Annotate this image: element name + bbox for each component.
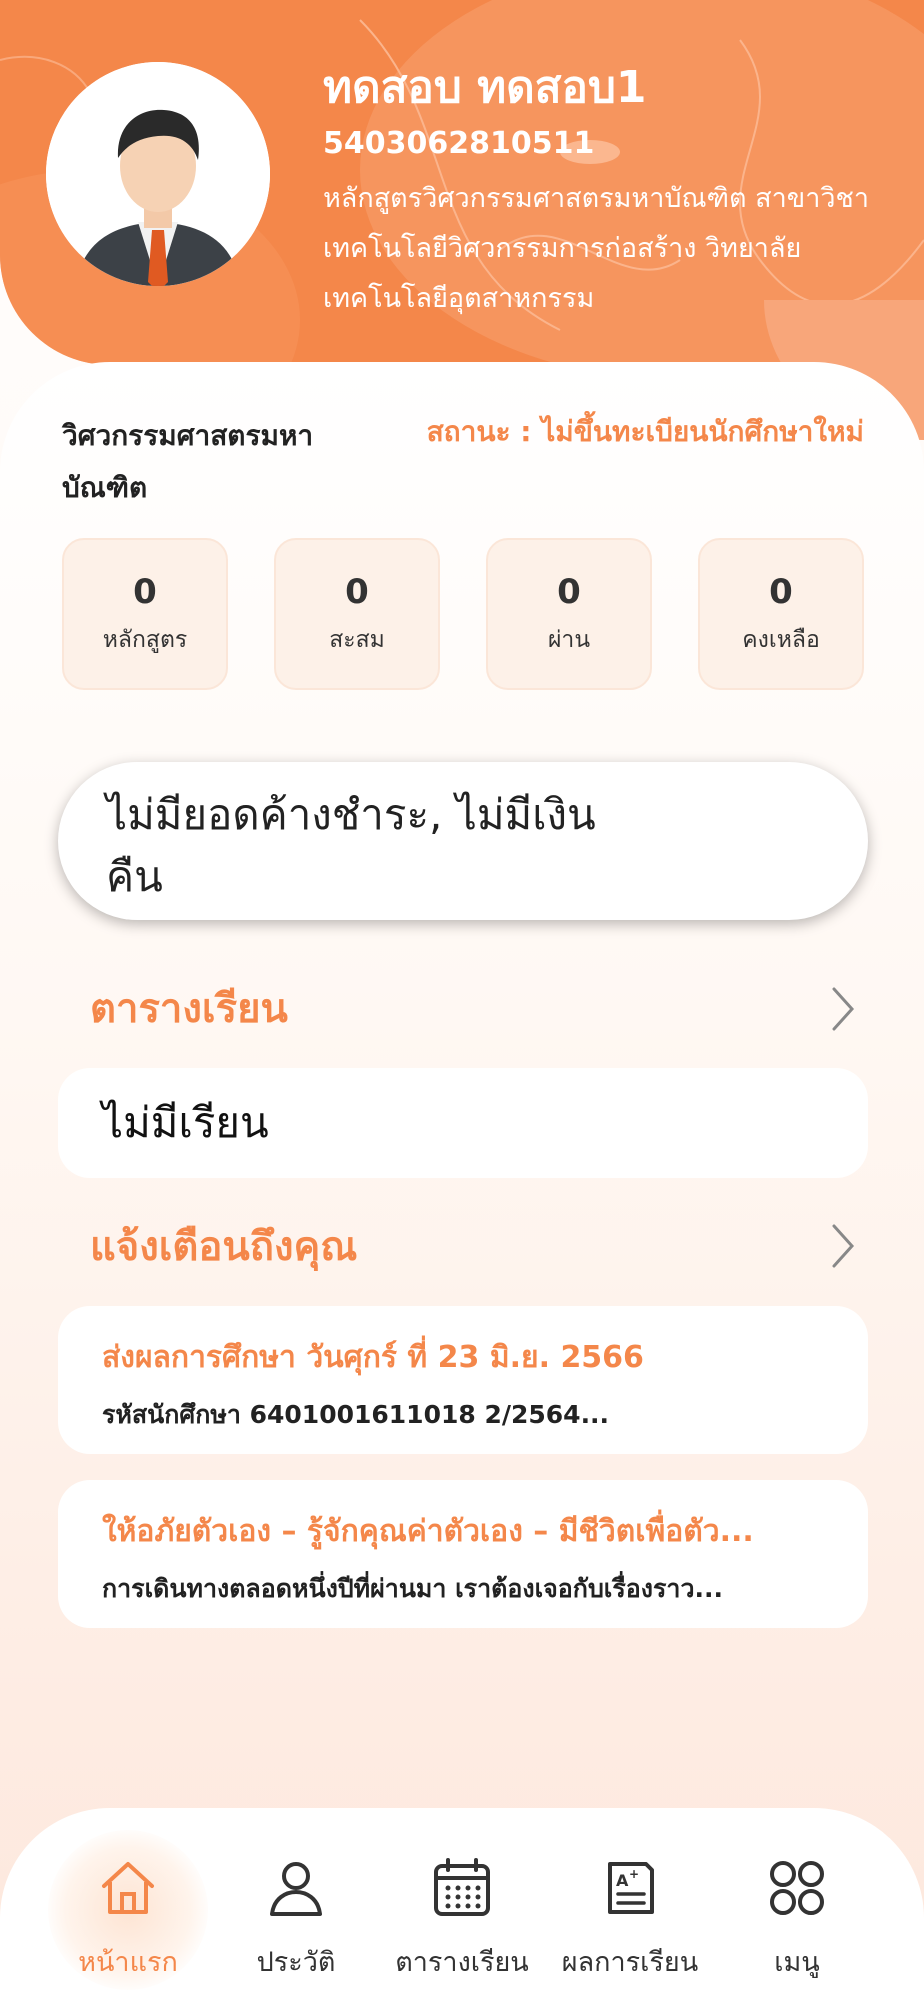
stat-accumulated: 0 สะสม (274, 538, 440, 690)
notification-desc: การเดินทางตลอดหนึ่งปีที่ผ่านมา เราต้องเจ… (102, 1574, 723, 1603)
notification-title: ส่งผลการศึกษา วันศุกร์ ที่ 23 มิ.ย. 2566 (102, 1340, 644, 1375)
nav-label: เมนู (774, 1947, 820, 1978)
nav-label: ประวัติ (256, 1947, 336, 1978)
svg-text:A: A (616, 1871, 629, 1890)
nav-schedule[interactable]: ตารางเรียน (377, 1856, 547, 1983)
degree-name: วิศวกรรมศาสตรมหาบัณฑิต (62, 419, 314, 504)
stat-label: สะสม (329, 627, 385, 653)
stat-value: 0 (769, 572, 793, 612)
student-id: 5403062810511 (323, 126, 595, 161)
notifications-title[interactable]: แจ้งเตือนถึงคุณ (90, 1214, 357, 1278)
chevron-right-icon[interactable] (828, 985, 858, 1033)
status-text: สถานะ : ไม่ขึ้นทะเบียนนักศึกษาใหม่ (426, 415, 864, 448)
avatar-image (46, 62, 270, 286)
notification-item[interactable]: ส่งผลการศึกษา วันศุกร์ ที่ 23 มิ.ย. 2566… (58, 1306, 868, 1454)
program-name: หลักสูตรวิศวกรรมศาสตรมหาบัณฑิต สาขาวิชาเ… (323, 183, 870, 314)
nav-profile[interactable]: ประวัติ (211, 1856, 381, 1983)
user-icon (270, 1862, 322, 1916)
stat-passed: 0 ผ่าน (486, 538, 652, 690)
home-icon (102, 1862, 154, 1914)
stat-remaining: 0 คงเหลือ (698, 538, 864, 690)
avatar[interactable] (46, 62, 270, 286)
nav-menu[interactable]: เมนู (712, 1856, 882, 1983)
nav-grades[interactable]: A + ผลการเรียน (545, 1856, 715, 1983)
stat-label: หลักสูตร (102, 627, 188, 653)
chevron-right-icon[interactable] (828, 1222, 858, 1270)
balance-text: ไม่มียอดค้างชำระ, ไม่มีเงินคืน (106, 790, 596, 901)
schedule-empty-card: ไม่มีเรียน (58, 1068, 868, 1178)
stat-value: 0 (557, 572, 581, 612)
student-name: ทดสอบ ทดสอบ1 (323, 62, 647, 113)
stat-label: คงเหลือ (742, 627, 820, 653)
balance-card[interactable]: ไม่มียอดค้างชำระ, ไม่มีเงินคืน (58, 762, 868, 920)
svg-text:+: + (629, 1867, 639, 1881)
grade-report-icon: A + (608, 1862, 654, 1914)
menu-grid-icon (770, 1861, 824, 1915)
calendar-icon (434, 1858, 490, 1916)
nav-label: หน้าแรก (78, 1947, 178, 1978)
schedule-title[interactable]: ตารางเรียน (90, 976, 288, 1040)
stat-value: 0 (133, 572, 157, 612)
notification-desc: รหัสนักศึกษา 6401001611018 2/2564... (102, 1400, 610, 1429)
nav-label: ผลการเรียน (561, 1947, 699, 1978)
notification-item[interactable]: ให้อภัยตัวเอง – รู้จักคุณค่าตัวเอง – มีช… (58, 1480, 868, 1628)
stat-value: 0 (345, 572, 369, 612)
notification-title: ให้อภัยตัวเอง – รู้จักคุณค่าตัวเอง – มีช… (102, 1514, 754, 1549)
stat-label: ผ่าน (547, 627, 591, 653)
nav-home[interactable]: หน้าแรก (43, 1856, 213, 1983)
stat-curriculum: 0 หลักสูตร (62, 538, 228, 690)
nav-label: ตารางเรียน (395, 1947, 529, 1978)
